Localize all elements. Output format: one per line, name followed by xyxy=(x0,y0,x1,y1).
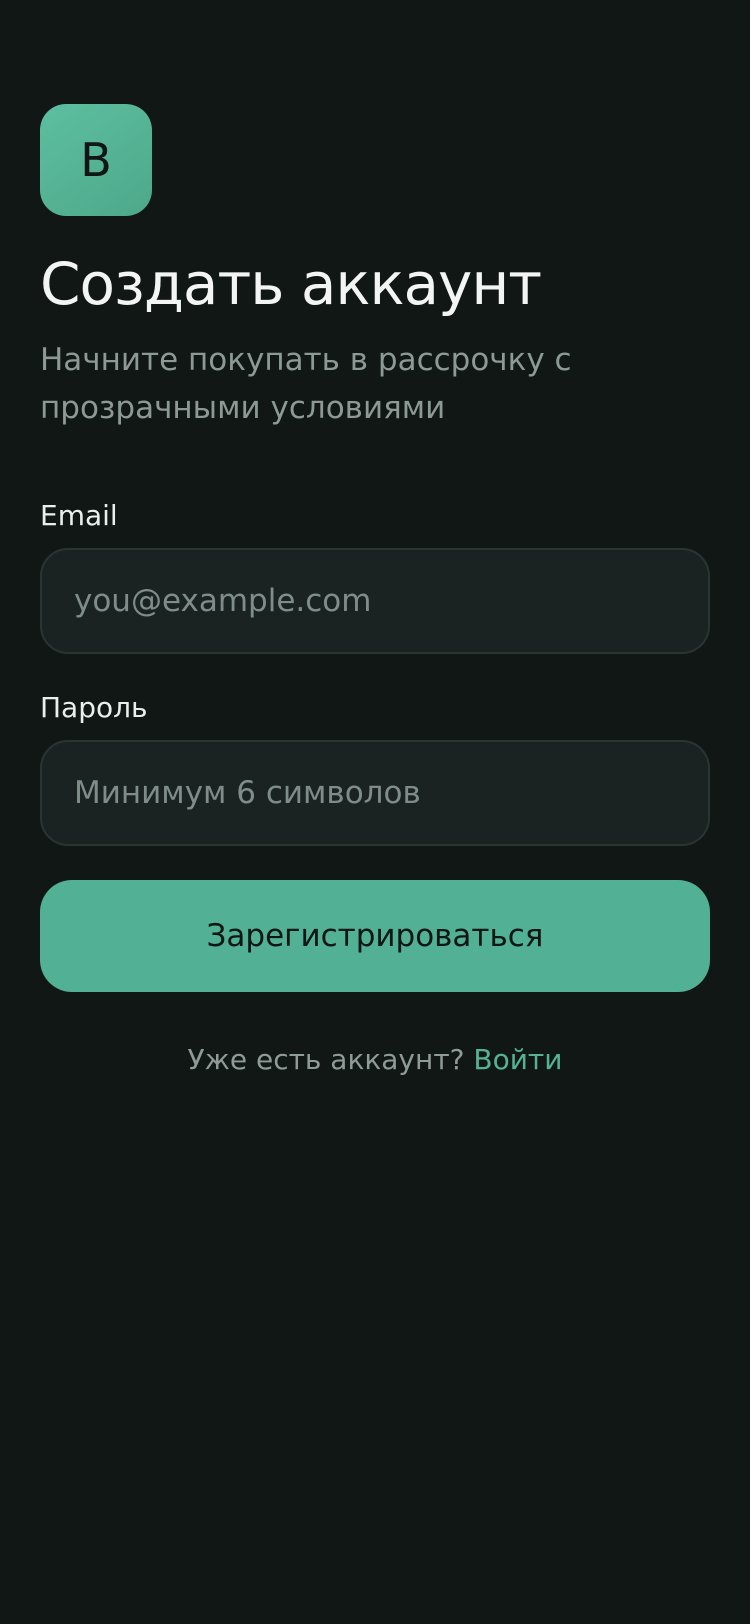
page-title: Создать аккаунт xyxy=(40,250,542,318)
password-label: Пароль xyxy=(40,691,148,724)
login-prompt: Уже есть аккаунт? Войти xyxy=(0,1040,750,1080)
password-input[interactable] xyxy=(40,740,710,846)
app-logo: B xyxy=(40,104,152,216)
email-input[interactable] xyxy=(40,548,710,654)
email-label: Email xyxy=(40,499,118,532)
register-screen: B Создать аккаунт Начните покупать в рас… xyxy=(0,0,750,1624)
login-question: Уже есть аккаунт? xyxy=(187,1043,474,1076)
register-button[interactable]: Зарегистрироваться xyxy=(40,880,710,992)
logo-letter: B xyxy=(80,133,112,187)
page-subtitle: Начните покупать в рассрочку с прозрачны… xyxy=(40,342,572,426)
login-link[interactable]: Войти xyxy=(473,1043,562,1076)
